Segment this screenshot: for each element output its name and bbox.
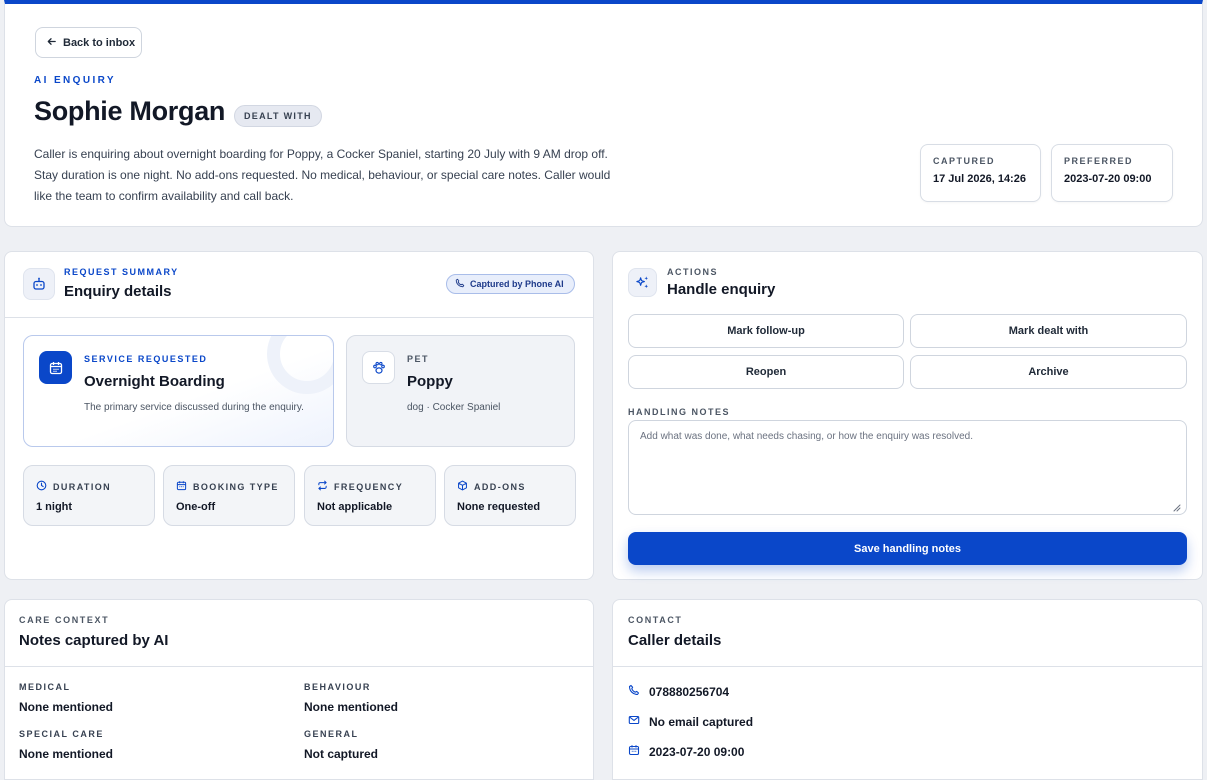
pet-box: PET Poppy dog · Cocker Spaniel (346, 335, 575, 447)
add-ons-stat: ADD-ONS None requested (444, 465, 576, 526)
medical-label: MEDICAL (19, 682, 71, 692)
duration-value: 1 night (36, 501, 73, 513)
archive-button[interactable]: Archive (910, 355, 1187, 389)
behaviour-label: BEHAVIOUR (304, 682, 371, 692)
duration-label: DURATION (53, 482, 112, 492)
email-row: No email captured (628, 713, 753, 731)
calendar-icon (39, 351, 72, 384)
sparkles-icon (628, 268, 657, 297)
service-description: The primary service discussed during the… (84, 402, 304, 413)
caller-details-title: Caller details (628, 632, 722, 649)
service-name: Overnight Boarding (84, 373, 225, 390)
reopen-button[interactable]: Reopen (628, 355, 904, 389)
pet-eyebrow: PET (407, 354, 430, 364)
medical-field: MEDICAL None mentioned (19, 682, 113, 714)
phone-row[interactable]: 078880256704 (628, 683, 729, 701)
clock-icon (36, 478, 47, 496)
captured-label: CAPTURED (933, 156, 996, 166)
general-label: GENERAL (304, 729, 359, 739)
behaviour-field: BEHAVIOUR None mentioned (304, 682, 398, 714)
enquiry-summary: Caller is enquiring about overnight boar… (34, 147, 611, 203)
captured-by-phone-ai-badge: Captured by Phone AI (446, 274, 575, 294)
booking-type-label: BOOKING TYPE (193, 482, 279, 492)
paw-icon (362, 351, 395, 384)
booking-type-stat: BOOKING TYPE One-off (163, 465, 295, 526)
service-requested-box: SERVICE REQUESTED Overnight Boarding The… (23, 335, 334, 447)
enquiry-eyebrow: AI ENQUIRY (34, 75, 116, 86)
care-context-eyebrow: CARE CONTEXT (19, 615, 110, 625)
caller-details-card: CONTACT Caller details 078880256704 No e… (612, 599, 1203, 780)
handling-notes-label: HANDLING NOTES (628, 407, 730, 417)
pet-description: dog · Cocker Spaniel (407, 402, 501, 413)
box-icon (457, 478, 468, 496)
enquiry-details-title: Enquiry details (64, 283, 172, 300)
handle-enquiry-card: ACTIONS Handle enquiry Mark follow-up Ma… (612, 251, 1203, 580)
preferred-date-value: 2023-07-20 09:00 (649, 745, 745, 759)
calendar-icon (628, 743, 640, 761)
frequency-value: Not applicable (317, 501, 393, 513)
phone-icon (628, 683, 640, 701)
divider (613, 666, 1202, 667)
robot-icon (23, 268, 55, 300)
request-summary-eyebrow: REQUEST SUMMARY (64, 267, 179, 277)
frequency-label: FREQUENCY (334, 482, 404, 492)
phone-number: 078880256704 (649, 685, 730, 699)
divider (5, 666, 593, 667)
caller-name: Sophie Morgan (34, 96, 226, 126)
repeat-icon (317, 478, 328, 496)
back-to-inbox-button[interactable]: Back to inbox (35, 27, 142, 58)
pet-name: Poppy (407, 373, 453, 390)
decorative-ring (267, 336, 333, 394)
enquiry-details-card: REQUEST SUMMARY Enquiry details Captured… (4, 251, 594, 580)
arrow-left-icon (46, 36, 57, 50)
phone-icon (455, 278, 465, 290)
special-care-value: None mentioned (19, 747, 114, 761)
enquiry-header-card: Back to inbox AI ENQUIRY Sophie Morgan D… (4, 0, 1203, 227)
add-ons-value: None requested (457, 501, 541, 513)
mark-follow-up-button[interactable]: Mark follow-up (628, 314, 904, 348)
back-to-inbox-label: Back to inbox (63, 36, 136, 49)
notes-captured-title: Notes captured by AI (19, 632, 169, 649)
booking-type-value: One-off (176, 501, 216, 513)
email-value: No email captured (649, 715, 754, 729)
special-care-field: SPECIAL CARE None mentioned (19, 729, 113, 761)
care-context-card: CARE CONTEXT Notes captured by AI MEDICA… (4, 599, 594, 780)
general-value: Not captured (304, 747, 379, 761)
medical-value: None mentioned (19, 700, 114, 714)
service-requested-eyebrow: SERVICE REQUESTED (84, 354, 208, 364)
calendar-icon (176, 478, 187, 496)
resize-grip-icon[interactable] (1171, 499, 1181, 517)
preferred-value: 2023-07-20 09:00 (1064, 173, 1152, 185)
duration-stat: DURATION 1 night (23, 465, 155, 526)
handling-notes-textarea[interactable] (628, 420, 1187, 515)
frequency-stat: FREQUENCY Not applicable (304, 465, 436, 526)
mail-icon (628, 713, 640, 731)
status-badge: DEALT WITH (234, 105, 322, 127)
general-field: GENERAL Not captured (304, 729, 378, 761)
handle-enquiry-title: Handle enquiry (667, 281, 776, 298)
special-care-label: SPECIAL CARE (19, 729, 104, 739)
captured-by-phone-ai-label: Captured by Phone AI (470, 279, 564, 289)
actions-eyebrow: ACTIONS (667, 267, 718, 277)
captured-meta: CAPTURED 17 Jul 2026, 14:26 (920, 144, 1041, 202)
preferred-date-row: 2023-07-20 09:00 (628, 743, 744, 761)
add-ons-label: ADD-ONS (474, 482, 526, 492)
mark-dealt-with-button[interactable]: Mark dealt with (910, 314, 1187, 348)
behaviour-value: None mentioned (304, 700, 399, 714)
contact-eyebrow: CONTACT (628, 615, 683, 625)
divider (5, 317, 593, 318)
preferred-meta: PREFERRED 2023-07-20 09:00 (1051, 144, 1173, 202)
captured-value: 17 Jul 2026, 14:26 (933, 173, 1026, 185)
preferred-label: PREFERRED (1064, 156, 1134, 166)
save-handling-notes-button[interactable]: Save handling notes (628, 532, 1187, 565)
